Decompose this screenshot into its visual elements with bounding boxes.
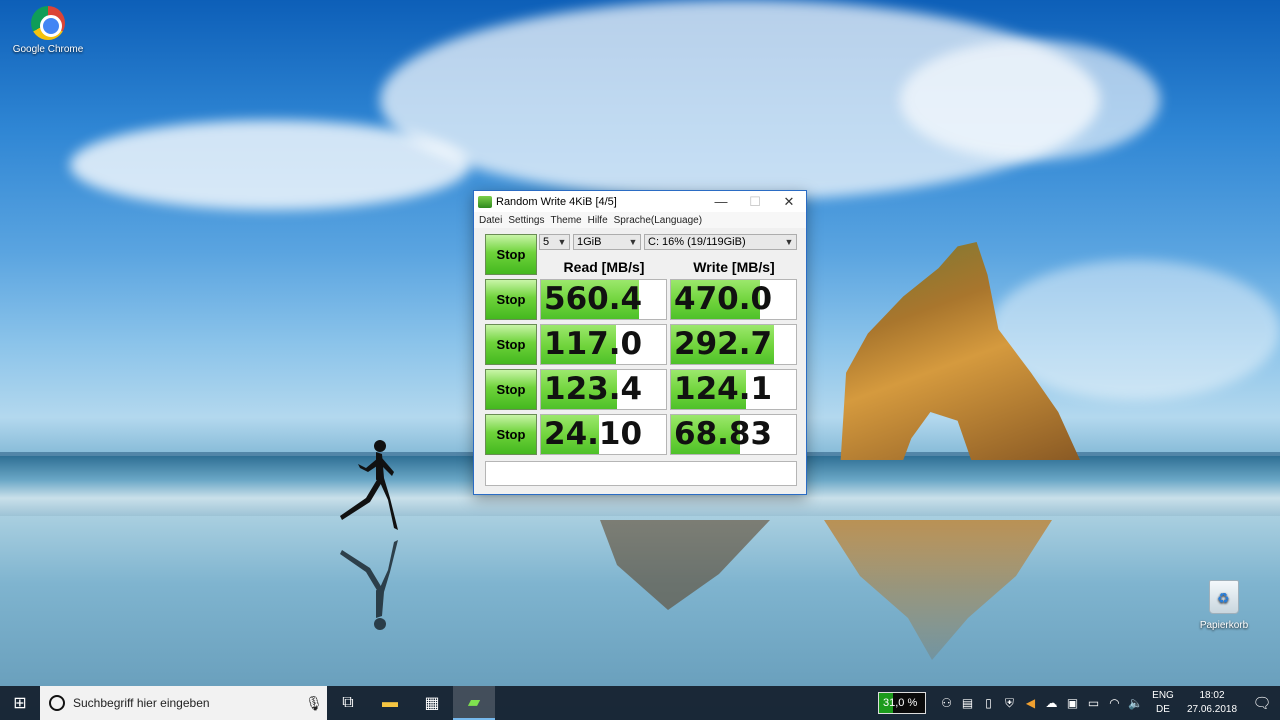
maximize-button[interactable]: ☐: [738, 191, 772, 212]
printer-icon[interactable]: ▤: [957, 696, 978, 710]
windows-logo-icon: ⊞: [13, 695, 27, 712]
menubar: Datei Settings Theme Hilfe Sprache(Langu…: [474, 212, 806, 228]
onedrive-icon[interactable]: ☁: [1041, 696, 1062, 710]
stop-button-row-1[interactable]: Stop: [485, 279, 537, 320]
menu-datei[interactable]: Datei: [476, 215, 505, 226]
chevron-down-icon: ▼: [557, 237, 567, 247]
people-icon[interactable]: ⚇: [936, 696, 957, 710]
menu-theme[interactable]: Theme: [548, 215, 585, 226]
crystaldiskmark-window: Random Write 4KiB [4/5] — ☐ ✕ Datei Sett…: [473, 190, 807, 495]
task-view-icon: ⧉: [342, 694, 354, 711]
menu-settings[interactable]: Settings: [505, 215, 547, 226]
wifi-icon[interactable]: ◠: [1104, 696, 1125, 710]
menu-language[interactable]: Sprache(Language): [611, 215, 705, 226]
notification-icon: 🗨: [1252, 695, 1272, 712]
clock-date: 27.06.2018: [1186, 704, 1238, 715]
cortana-icon: [49, 695, 65, 711]
test-count-value: 5: [543, 236, 550, 248]
battery-icon[interactable]: ▭: [1083, 696, 1104, 710]
read-value: 117.0: [544, 326, 643, 362]
stop-button-row-4[interactable]: Stop: [485, 414, 537, 455]
app-tray-icon[interactable]: ▣: [1062, 696, 1083, 710]
microphone-icon[interactable]: 🎙: [301, 695, 327, 712]
start-button[interactable]: ⊞: [0, 686, 40, 720]
taskbar: ⊞ Suchbegriff hier eingeben 🎙 ⧉ ▬ ▦ ▰ 31…: [0, 686, 1280, 720]
desktop-icon-label: Google Chrome: [12, 44, 84, 55]
read-column-header: Read [MB/s]: [563, 259, 645, 275]
read-value: 560.4: [544, 281, 643, 317]
comment-input[interactable]: [485, 461, 797, 486]
benchmark-panel: Stop 5 ▼ 1GiB ▼ C: 16% (19/119GiB) ▼ Rea…: [474, 228, 806, 494]
crystaldiskmark-icon: ▰: [467, 694, 481, 711]
store-icon: ▦: [424, 695, 440, 712]
stop-button-row-3[interactable]: Stop: [485, 369, 537, 410]
close-button[interactable]: ✕: [772, 191, 806, 212]
wallpaper-runner-reflection: [340, 540, 398, 630]
taskbar-file-explorer[interactable]: ▬: [369, 686, 411, 720]
usb-icon[interactable]: ▯: [978, 696, 999, 710]
task-view-button[interactable]: ⧉: [327, 686, 369, 720]
menu-hilfe[interactable]: Hilfe: [585, 215, 611, 226]
write-result-row-1: 470.0: [670, 279, 797, 320]
window-titlebar[interactable]: Random Write 4KiB [4/5] — ☐ ✕: [474, 191, 806, 212]
desktop-icon-chrome[interactable]: Google Chrome: [8, 6, 88, 55]
input-language[interactable]: ENG DE: [1146, 689, 1180, 717]
drive-value: C: 16% (19/119GiB): [648, 236, 746, 248]
chevron-down-icon: ▼: [784, 237, 794, 247]
stop-button-row-2[interactable]: Stop: [485, 324, 537, 365]
desktop-icon-recycle-bin[interactable]: ♻ Papierkorb: [1184, 580, 1264, 631]
speaker-icon[interactable]: 🔈: [1125, 696, 1146, 710]
wallpaper-runner: [340, 440, 398, 530]
read-result-row-4: 24.10: [540, 414, 667, 455]
test-size-select[interactable]: 1GiB ▼: [573, 234, 641, 250]
taskbar-store[interactable]: ▦: [411, 686, 453, 720]
defender-shield-icon[interactable]: ⛨: [999, 696, 1020, 711]
read-value: 24.10: [544, 416, 643, 452]
read-result-row-1: 560.4: [540, 279, 667, 320]
write-result-row-3: 124.1: [670, 369, 797, 410]
read-value: 123.4: [544, 371, 643, 407]
cpu-usage-meter[interactable]: 31,0 %: [878, 692, 926, 714]
write-result-row-4: 68.83: [670, 414, 797, 455]
recycle-bin-icon: ♻: [1209, 580, 1239, 614]
taskbar-search-box[interactable]: Suchbegriff hier eingeben 🎙: [40, 686, 327, 720]
read-result-row-3: 123.4: [540, 369, 667, 410]
read-result-row-2: 117.0: [540, 324, 667, 365]
clock-time: 18:02: [1199, 690, 1225, 701]
write-value: 68.83: [674, 416, 773, 452]
write-value: 470.0: [674, 281, 773, 317]
chevron-down-icon: ▼: [628, 237, 638, 247]
taskbar-clock[interactable]: 18:02 27.06.2018: [1180, 689, 1244, 717]
folder-icon: ▬: [382, 694, 398, 711]
system-tray: ⚇ ▤ ▯ ⛨ ◀ ☁ ▣ ▭ ◠ 🔈: [936, 696, 1146, 711]
search-placeholder: Suchbegriff hier eingeben: [73, 696, 210, 710]
stop-all-button[interactable]: Stop: [485, 234, 537, 275]
window-title: Random Write 4KiB [4/5]: [496, 195, 617, 208]
minimize-button[interactable]: —: [704, 191, 738, 212]
write-value: 124.1: [674, 371, 773, 407]
lang-code: ENG: [1152, 690, 1174, 701]
app-icon: [478, 195, 492, 208]
cpu-usage-text: 31,0 %: [883, 697, 918, 709]
write-column-header: Write [MB/s]: [693, 259, 775, 275]
test-count-select[interactable]: 5 ▼: [539, 234, 570, 250]
test-size-value: 1GiB: [577, 236, 602, 248]
wallpaper-cloud: [900, 40, 1160, 160]
write-result-row-2: 292.7: [670, 324, 797, 365]
write-value: 292.7: [674, 326, 773, 362]
taskbar-crystaldiskmark[interactable]: ▰: [453, 686, 495, 720]
desktop-icon-label: Papierkorb: [1199, 620, 1249, 631]
drive-select[interactable]: C: 16% (19/119GiB) ▼: [644, 234, 797, 250]
volume-warning-icon[interactable]: ◀: [1020, 696, 1041, 710]
chrome-icon: [31, 6, 65, 40]
action-center-button[interactable]: 🗨: [1244, 694, 1280, 712]
keyboard-layout: DE: [1156, 704, 1170, 715]
